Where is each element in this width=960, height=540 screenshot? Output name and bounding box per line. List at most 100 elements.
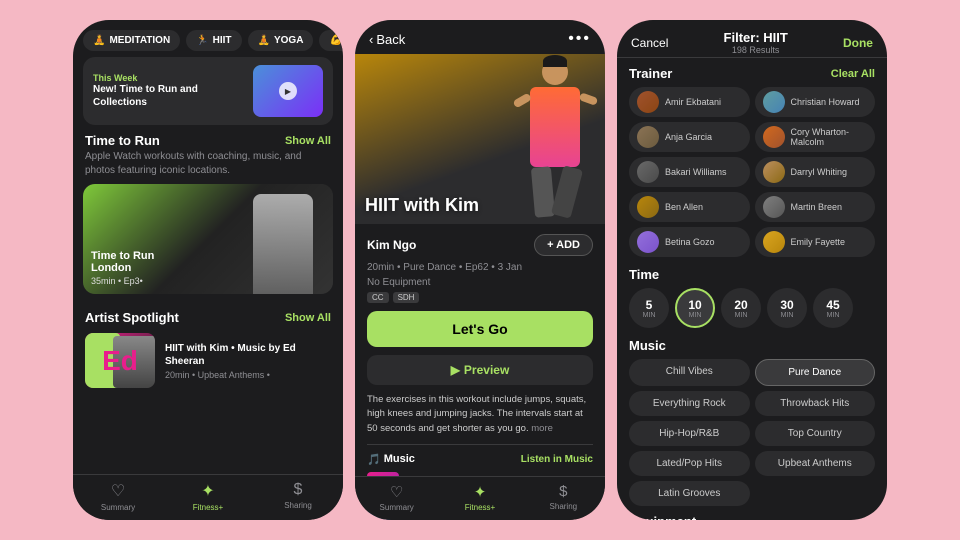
time-pill-30[interactable]: 30 MIN bbox=[767, 288, 807, 328]
music-latest-pop[interactable]: Lated/Pop Hits bbox=[629, 451, 750, 476]
s2-summary-label: Summary bbox=[380, 503, 414, 512]
time-45-num: 45 bbox=[826, 298, 839, 312]
trainer-avatar-anja bbox=[637, 126, 659, 148]
trainer-name-emily: Emily Fayette bbox=[791, 237, 846, 247]
trainer-betina[interactable]: Betina Gozo bbox=[629, 227, 750, 257]
time-pill-5[interactable]: 5 MIN bbox=[629, 288, 669, 328]
this-week-image: ▶ bbox=[253, 65, 323, 117]
tab-sharing[interactable]: $ Sharing bbox=[253, 481, 343, 512]
figure-arm-right bbox=[579, 92, 599, 106]
tab-core[interactable]: 💪 CORE bbox=[319, 30, 343, 51]
apple-music-icon: 🎵 bbox=[367, 453, 381, 466]
trainer-emily[interactable]: Emily Fayette bbox=[755, 227, 876, 257]
tab-yoga[interactable]: 🧘 YOGA bbox=[248, 30, 314, 51]
summary-label: Summary bbox=[101, 503, 135, 512]
this-week-title: New! Time to Run and Collections bbox=[93, 83, 245, 109]
s2-sharing-icon: $ bbox=[559, 483, 567, 500]
artist-track-title: HIIT with Kim • Music by Ed Sheeran bbox=[165, 342, 331, 368]
meditation-icon: 🧘 bbox=[93, 35, 105, 46]
music-top-country[interactable]: Top Country bbox=[755, 421, 876, 446]
play-button[interactable]: ▶ bbox=[279, 82, 297, 100]
trainer-avatar-emily bbox=[763, 231, 785, 253]
trainer-avatar-bakari bbox=[637, 161, 659, 183]
tab-fitness-plus[interactable]: ✦ Fitness+ bbox=[163, 481, 253, 512]
artist-spotlight-section: Artist Spotlight Show All Ed HIIT with K… bbox=[73, 302, 343, 394]
artist-card[interactable]: Ed HIIT with Kim • Music by Ed Sheeran 2… bbox=[73, 327, 343, 394]
equipment-section-title: Equipment bbox=[629, 514, 696, 520]
back-button[interactable]: ‹ Back bbox=[369, 32, 405, 47]
summary-icon: ♡ bbox=[111, 481, 125, 501]
time-pill-20[interactable]: 20 MIN bbox=[721, 288, 761, 328]
music-latin-grooves[interactable]: Latin Grooves bbox=[629, 481, 750, 506]
screen1: 🧘 MEDITATION 🏃 HIIT 🧘 YOGA 💪 CORE This W… bbox=[73, 20, 343, 520]
s2-tab-summary[interactable]: ♡ Summary bbox=[355, 483, 438, 512]
card-meta-text: 35min • Ep3• bbox=[91, 276, 143, 286]
preview-button[interactable]: ▶ Preview bbox=[367, 355, 593, 385]
trainer-avatar-amir bbox=[637, 91, 659, 113]
s2-tab-fitness-plus[interactable]: ✦ Fitness+ bbox=[438, 483, 521, 512]
music-throwback-hits[interactable]: Throwback Hits bbox=[755, 391, 876, 416]
trainer-martin[interactable]: Martin Breen bbox=[755, 192, 876, 222]
tab-meditation[interactable]: 🧘 MEDITATION bbox=[83, 30, 180, 51]
trainer-avatar-cory bbox=[763, 126, 785, 148]
trainer-avatar-betina bbox=[637, 231, 659, 253]
music-hip-hop-rnb[interactable]: Hip-Hop/R&B bbox=[629, 421, 750, 446]
time-pill-10[interactable]: 10 MIN bbox=[675, 288, 715, 328]
music-everything-rock[interactable]: Everything Rock bbox=[629, 391, 750, 416]
workout-meta: 20min • Pure Dance • Ep62 • 3 Jan bbox=[367, 262, 593, 273]
tab-summary[interactable]: ♡ Summary bbox=[73, 481, 163, 512]
s2-tab-sharing[interactable]: $ Sharing bbox=[522, 483, 605, 512]
tab-hiit[interactable]: 🏃 HIIT bbox=[186, 30, 241, 51]
card-overlay: Time to Run London 35min • Ep3• bbox=[91, 250, 154, 286]
trainer-darryl[interactable]: Darryl Whiting bbox=[755, 157, 876, 187]
time-section-title: Time bbox=[629, 267, 659, 282]
screens-container: 🧘 MEDITATION 🏃 HIIT 🧘 YOGA 💪 CORE This W… bbox=[73, 20, 887, 520]
listen-in-music[interactable]: Listen in Music bbox=[521, 454, 593, 465]
cancel-button[interactable]: Cancel bbox=[631, 36, 668, 50]
this-week-card[interactable]: This Week New! Time to Run and Collectio… bbox=[83, 57, 333, 125]
card-meta: 35min • Ep3• bbox=[91, 276, 154, 286]
trainer-avatar-martin bbox=[763, 196, 785, 218]
time-45-unit: MIN bbox=[827, 312, 840, 319]
artist-spotlight-show-all[interactable]: Show All bbox=[285, 312, 331, 324]
filter-title: Filter: HIIT bbox=[724, 30, 788, 45]
time-pills: 5 MIN 10 MIN 20 MIN 30 MIN bbox=[629, 288, 875, 328]
trainer-bakari[interactable]: Bakari Williams bbox=[629, 157, 750, 187]
time-to-run-title: Time to Run bbox=[85, 133, 160, 148]
sharing-label: Sharing bbox=[284, 501, 312, 510]
s2-summary-icon: ♡ bbox=[390, 483, 403, 501]
more-button[interactable]: ••• bbox=[568, 30, 591, 48]
music-upbeat-anthems[interactable]: Upbeat Anthems bbox=[755, 451, 876, 476]
trainer-christian[interactable]: Christian Howard bbox=[755, 87, 876, 117]
trainer-ben[interactable]: Ben Allen bbox=[629, 192, 750, 222]
time-to-run-show-all[interactable]: Show All bbox=[285, 135, 331, 147]
tab-yoga-label: YOGA bbox=[274, 35, 303, 46]
card-person bbox=[253, 184, 323, 294]
time-pill-45[interactable]: 45 MIN bbox=[813, 288, 853, 328]
add-button[interactable]: + ADD bbox=[534, 234, 593, 256]
trainer-cory[interactable]: Cory Wharton-Malcolm bbox=[755, 122, 876, 152]
time-to-run-header: Time to Run Show All bbox=[73, 125, 343, 150]
artist-track-meta: 20min • Upbeat Anthems • bbox=[165, 370, 331, 380]
music-header: 🎵 Music Listen in Music bbox=[367, 453, 593, 466]
music-pure-dance[interactable]: Pure Dance bbox=[755, 359, 876, 386]
music-chill-vibes[interactable]: Chill Vibes bbox=[629, 359, 750, 386]
s2-sharing-label: Sharing bbox=[550, 502, 578, 511]
screen3: Cancel Filter: HIIT 198 Results Done Tra… bbox=[617, 20, 887, 520]
time-10-unit: MIN bbox=[689, 312, 702, 319]
trainer-name-anja: Anja Garcia bbox=[665, 132, 712, 142]
clear-all-button[interactable]: Clear All bbox=[831, 68, 875, 80]
trainer-anja[interactable]: Anja Garcia bbox=[629, 122, 750, 152]
trainer-amir[interactable]: Amir Ekbatani bbox=[629, 87, 750, 117]
screen2: ‹ Back ••• bbox=[355, 20, 605, 520]
more-link[interactable]: more bbox=[531, 423, 553, 434]
workout-description: The exercises in this workout include ju… bbox=[367, 393, 593, 436]
time-to-run-card[interactable]: Time to Run London 35min • Ep3• bbox=[83, 184, 333, 294]
sharing-icon: $ bbox=[294, 481, 303, 499]
lets-go-button[interactable]: Let's Go bbox=[367, 311, 593, 347]
done-button[interactable]: Done bbox=[843, 36, 873, 50]
music-filter-section: Music Chill Vibes Pure Dance Everything … bbox=[629, 338, 875, 506]
s2-header: ‹ Back ••• bbox=[355, 20, 605, 54]
music-section-title: Music bbox=[629, 338, 666, 353]
trainer-avatar-darryl bbox=[763, 161, 785, 183]
